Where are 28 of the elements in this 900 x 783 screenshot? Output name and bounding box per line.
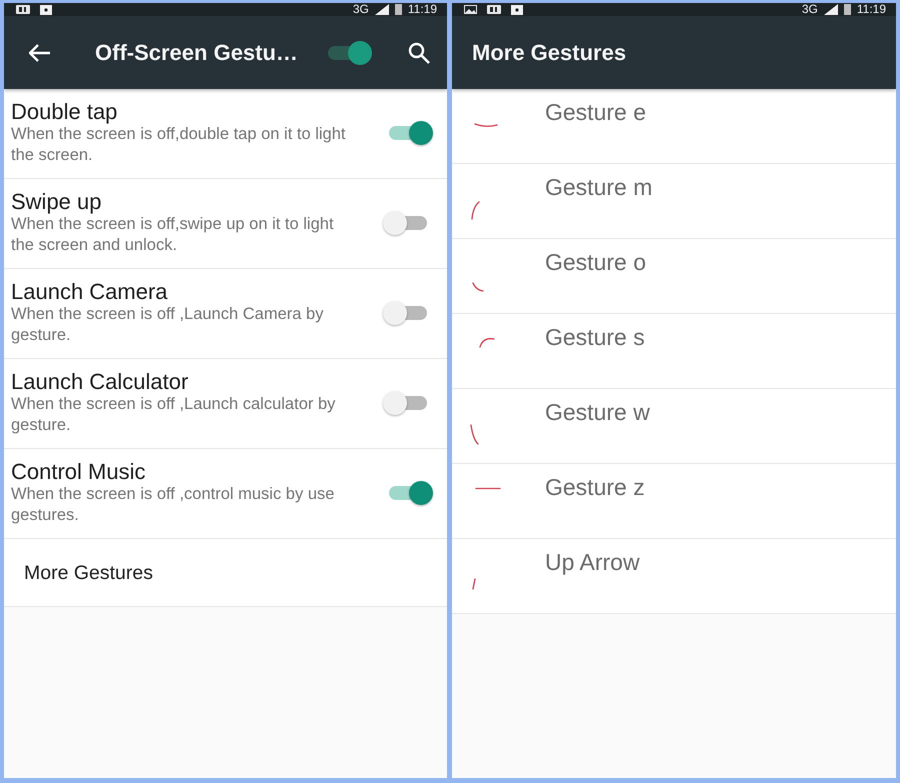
back-arrow-icon[interactable] — [29, 44, 51, 62]
search-icon[interactable] — [408, 42, 430, 64]
setting-description: When the screen is off ,control music by use gestures. — [11, 484, 336, 526]
gesture-stroke-icon — [475, 487, 501, 490]
app-bar-title: Off-Screen Gestu… — [95, 40, 298, 66]
gesture-stroke-icon — [479, 336, 495, 348]
app-bar-title: More Gestures — [472, 40, 626, 66]
network-label: 3G — [802, 3, 818, 16]
clock-time: 11:19 — [856, 3, 886, 16]
gesture-stroke-icon — [474, 122, 498, 128]
gesture-stroke-icon — [472, 282, 484, 292]
setting-title: Launch Camera — [11, 279, 168, 304]
gesture-stroke-icon — [470, 424, 479, 445]
setting-title: Swipe up — [11, 189, 102, 214]
network-label: 3G — [352, 3, 369, 16]
battery-icon — [394, 4, 402, 15]
gesture-stroke-icon — [472, 578, 476, 590]
setting-description: When the screen is off,swipe up on it to light the screen and unlock. — [11, 214, 335, 256]
setting-title: Double tap — [11, 99, 118, 124]
setting-description: When the screen is off ,Launch calculator by gesture. — [11, 394, 336, 436]
setting-title: Launch Calculator — [11, 369, 188, 394]
setting-description: When the screen is off ,Launch Camera by gesture. — [11, 304, 324, 346]
gesture-stroke-icon — [471, 201, 480, 220]
battery-icon — [844, 4, 851, 15]
setting-title: Control Music — [11, 459, 146, 484]
clock-time: 11:19 — [408, 3, 437, 16]
setting-description: When the screen is off,double tap on it to light the screen. — [11, 124, 346, 166]
image-icon — [464, 5, 477, 14]
